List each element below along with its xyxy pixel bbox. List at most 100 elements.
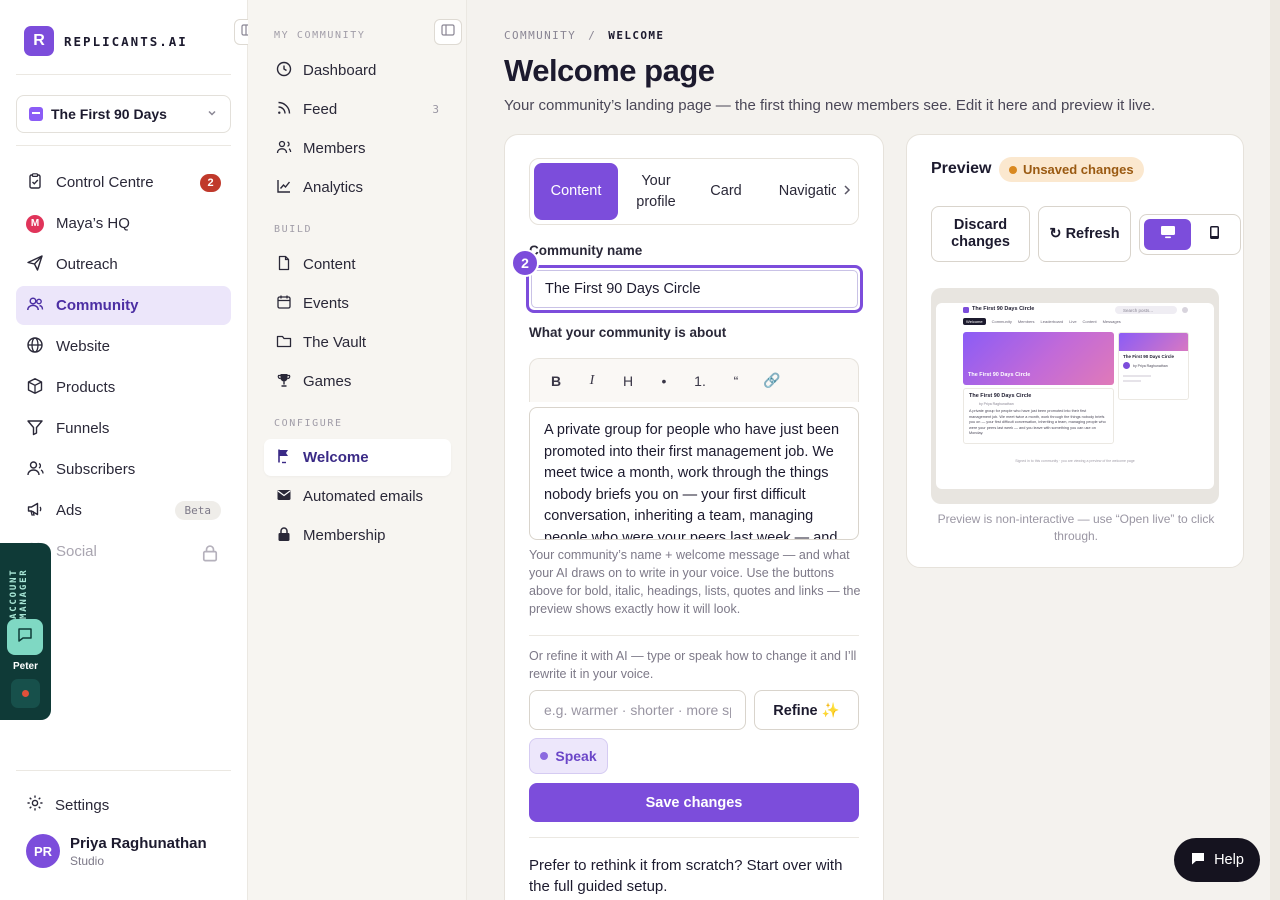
quote-button[interactable]: “ — [718, 366, 754, 396]
nav-item-subscribers[interactable]: Subscribers — [16, 450, 231, 489]
subnav-item-analytics[interactable]: Analytics — [264, 169, 451, 206]
mini-author-avatar — [1123, 362, 1130, 369]
save-changes-button[interactable]: Save changes — [529, 783, 859, 822]
subnav-item-feed[interactable]: Feed 3 — [264, 91, 451, 128]
nav-label: Subscribers — [56, 461, 136, 478]
nav-label: Products — [56, 379, 116, 396]
mini-card-byline: by Priya Raghunathan — [979, 402, 1014, 406]
divider — [16, 74, 231, 75]
members-icon — [276, 139, 292, 159]
mini-hero: The First 90 Days Circle — [963, 332, 1114, 385]
link-button[interactable]: 🔗 — [754, 366, 790, 396]
chart-icon — [276, 178, 292, 198]
chevron-right-icon — [842, 183, 852, 201]
mini-side-title: The First 90 Days Circle — [1123, 354, 1175, 359]
subnav-item-content[interactable]: Content — [264, 246, 451, 283]
subnav-item-welcome[interactable]: Welcome — [264, 439, 451, 476]
subnav-label: Automated emails — [303, 488, 424, 505]
mobile-view-button[interactable] — [1191, 219, 1238, 250]
community-name-label: Community name — [529, 243, 643, 258]
page-title: Welcome page — [504, 53, 715, 88]
numbered-list-button[interactable]: 1. — [682, 366, 718, 396]
tab-your-profile[interactable]: Your profile — [626, 163, 686, 220]
start-over-text[interactable]: Prefer to rethink it from scratch? Start… — [529, 855, 859, 897]
speak-label: Speak — [555, 748, 597, 764]
nav-item-community[interactable]: Community — [16, 286, 231, 325]
bold-button[interactable]: B — [538, 366, 574, 396]
nav-item-website[interactable]: Website — [16, 327, 231, 366]
chevron-down-icon — [206, 107, 218, 122]
section-heading: BUILD — [274, 224, 313, 235]
subnav-item-the-vault[interactable]: The Vault — [264, 324, 451, 361]
mini-side-card: The First 90 Days Circle by Priya Raghun… — [1118, 332, 1189, 400]
subnav-item-members[interactable]: Members — [264, 130, 451, 167]
preview-card: Preview Unsaved changes Discard changes … — [906, 134, 1244, 568]
speak-button[interactable]: Speak — [529, 738, 608, 774]
subnav-item-membership[interactable]: Membership — [264, 517, 451, 554]
device-toggle — [1139, 214, 1241, 255]
preview-note: Preview is non-interactive — use “Open l… — [937, 512, 1215, 543]
lock-icon — [276, 526, 292, 546]
mini-nav-item: Welcome — [963, 318, 986, 325]
tabs-scroll-right-button[interactable] — [836, 159, 858, 224]
lock-icon — [201, 544, 219, 566]
about-text-editor[interactable]: A private group for people who have just… — [529, 407, 859, 540]
mini-avatar — [1182, 307, 1188, 313]
flag-icon — [276, 448, 292, 468]
subnav-item-games[interactable]: Games — [264, 363, 451, 400]
refresh-button[interactable]: ↻ Refresh — [1038, 206, 1131, 262]
main-content: COMMUNITY / WELCOME Welcome page Your co… — [467, 0, 1280, 900]
tab-content[interactable]: Content — [534, 163, 618, 220]
tab-card[interactable]: Card — [700, 163, 752, 220]
feed-count: 3 — [432, 103, 439, 116]
settings-link[interactable]: Settings — [26, 794, 109, 816]
calendar-icon — [276, 294, 292, 314]
document-icon — [276, 255, 292, 275]
subnav-item-automated-emails[interactable]: Automated emails — [264, 478, 451, 515]
avatar: PR — [26, 834, 60, 868]
bullet-list-button[interactable]: • — [646, 366, 682, 396]
community-name-field-wrapper — [526, 265, 863, 313]
subnav-label: Analytics — [303, 179, 364, 196]
mini-nav-item: Content — [1082, 319, 1097, 324]
subnav-label: Content — [303, 256, 356, 273]
user-profile[interactable]: PR Priya Raghunathan Studio — [26, 834, 207, 868]
italic-button[interactable]: I — [574, 366, 610, 396]
refine-input[interactable] — [529, 690, 746, 730]
collapse-subnav-button[interactable] — [434, 19, 462, 45]
record-icon — [22, 690, 29, 697]
mini-nav-item: Members — [1017, 319, 1035, 324]
help-button[interactable]: Help — [1174, 838, 1260, 882]
nav-item-outreach[interactable]: Outreach — [16, 245, 231, 284]
nav-item-control-centre[interactable]: Control Centre 2 — [16, 163, 231, 202]
chat-button[interactable] — [7, 619, 43, 655]
formatting-toolbar: B I H • 1. “ 🔗 — [529, 358, 859, 402]
status-dot — [1009, 165, 1017, 174]
main-nav: Control Centre 2 M Maya’s HQ Outreach Co… — [16, 163, 231, 573]
community-space-icon — [29, 107, 43, 121]
nav-item-ads[interactable]: Ads Beta — [16, 491, 231, 530]
microphone-dot-icon — [540, 752, 549, 760]
heading-button[interactable]: H — [610, 366, 646, 396]
discard-changes-button[interactable]: Discard changes — [931, 206, 1030, 262]
space-selector[interactable]: The First 90 Days — [16, 95, 231, 133]
subnav-item-dashboard[interactable]: Dashboard — [264, 52, 451, 89]
nav-item-funnels[interactable]: Funnels — [16, 409, 231, 448]
community-name-input[interactable] — [531, 270, 858, 308]
subnav-label: Dashboard — [303, 62, 377, 79]
refine-button[interactable]: Refine ✨ — [754, 690, 859, 730]
breadcrumb-parent[interactable]: COMMUNITY — [504, 29, 576, 42]
funnel-icon — [26, 418, 44, 440]
gear-icon — [26, 794, 44, 816]
account-manager-widget: ACCOUNT MANAGER Peter — [0, 543, 51, 720]
mini-side-banner — [1119, 333, 1188, 351]
nav-item-mayas-hq[interactable]: M Maya’s HQ — [16, 204, 231, 243]
nav-item-products[interactable]: Products — [16, 368, 231, 407]
subnav-label: Events — [303, 295, 349, 312]
clipboard-icon — [26, 172, 44, 194]
box-icon — [26, 377, 44, 399]
desktop-view-button[interactable] — [1144, 219, 1191, 250]
brand[interactable]: R REPLICANTS.AI — [24, 26, 188, 56]
subnav-item-events[interactable]: Events — [264, 285, 451, 322]
record-button[interactable] — [11, 679, 40, 708]
